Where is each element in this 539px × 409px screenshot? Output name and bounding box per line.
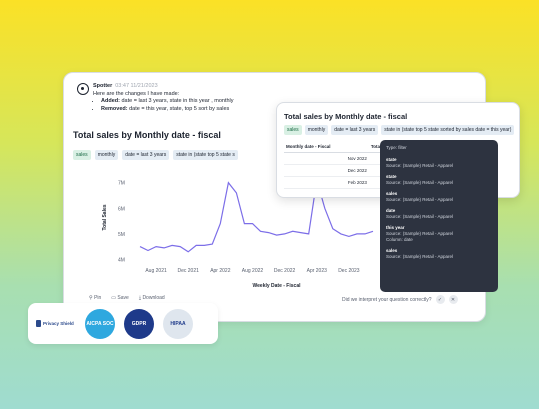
x-tick-label: Aug 2021 — [145, 268, 167, 274]
column-header[interactable]: Monthly date - Fiscal — [284, 141, 369, 153]
x-tick-label: Apr 2023 — [307, 268, 328, 274]
filter-tooltip: Type: filter state Source: (Sample) Retai… — [380, 140, 498, 292]
chip-state[interactable]: state in (state top 5 state sorted by sa… — [381, 125, 515, 135]
tooltip-item: sales Source: (Sample) Retail - Apparel — [386, 248, 454, 259]
hipaa-logo: HIPAA — [163, 308, 193, 339]
thumbs-up-icon[interactable]: ✓ — [435, 295, 445, 304]
chip-date[interactable]: date = last 3 years — [331, 125, 379, 135]
tooltip-item: sales Source: (Sample) Retail - Apparel — [386, 191, 454, 202]
gdpr-logo: GDPR — [124, 308, 154, 339]
compliance-badges: Privacy Shield AICPA SOC GDPR HIPAA — [28, 303, 218, 344]
chip-sales[interactable]: sales — [284, 125, 302, 135]
tooltip-item: state Source: (Sample) Retail - Apparel — [386, 157, 454, 168]
tooltip-type: Type: filter — [386, 145, 407, 150]
tooltip-item: state Source: (Sample) Retail - Apparel — [386, 174, 454, 185]
y-tick-label: 5M — [118, 232, 125, 238]
x-tick-label: Dec 2022 — [274, 268, 296, 274]
privacy-shield-logo: Privacy Shield — [36, 320, 76, 327]
message-timestamp: 03:47 11/21/2023 — [115, 83, 158, 89]
save-button[interactable]: ▭ Save — [111, 295, 129, 301]
x-tick-label: Dec 2021 — [178, 268, 200, 274]
table-chips: sales monthly date = last 3 years state … — [284, 125, 515, 135]
tooltip-item: this year Source: (Sample) Retail - Appar… — [386, 225, 454, 242]
feedback-question: Did we interpret your question correctly… — [342, 296, 432, 303]
download-button[interactable]: ⤓ Download — [139, 295, 165, 301]
chip-monthly[interactable]: monthly — [304, 125, 329, 135]
aicpa-soc-logo: AICPA SOC — [85, 308, 115, 339]
feedback-row: Did we interpret your question correctly… — [342, 295, 458, 304]
x-tick-label: Dec 2023 — [338, 268, 360, 274]
y-tick-label: 7M — [118, 181, 125, 187]
chart-footer: ⚲ Pin ▭ Save ⤓ Download — [89, 295, 165, 301]
y-axis-label: Total Sales — [102, 204, 108, 230]
y-tick-label: 6M — [118, 206, 125, 212]
message-sender: Spotter — [93, 83, 113, 89]
message-intro: Here are the changes I have made: — [93, 90, 180, 97]
y-tick-label: 4M — [118, 257, 125, 263]
table-title: Total sales by Monthly date - fiscal — [284, 112, 408, 121]
spotter-avatar-icon — [77, 83, 89, 95]
x-tick-label: Apr 2022 — [210, 268, 231, 274]
x-tick-label: Aug 2022 — [242, 268, 264, 274]
tooltip-item: date Source: (Sample) Retail - Apparel — [386, 208, 454, 219]
thumbs-down-icon[interactable]: ✕ — [448, 295, 458, 304]
x-axis-label: Weekly Date - Fiscal — [253, 283, 302, 289]
pin-button[interactable]: ⚲ Pin — [89, 295, 101, 301]
